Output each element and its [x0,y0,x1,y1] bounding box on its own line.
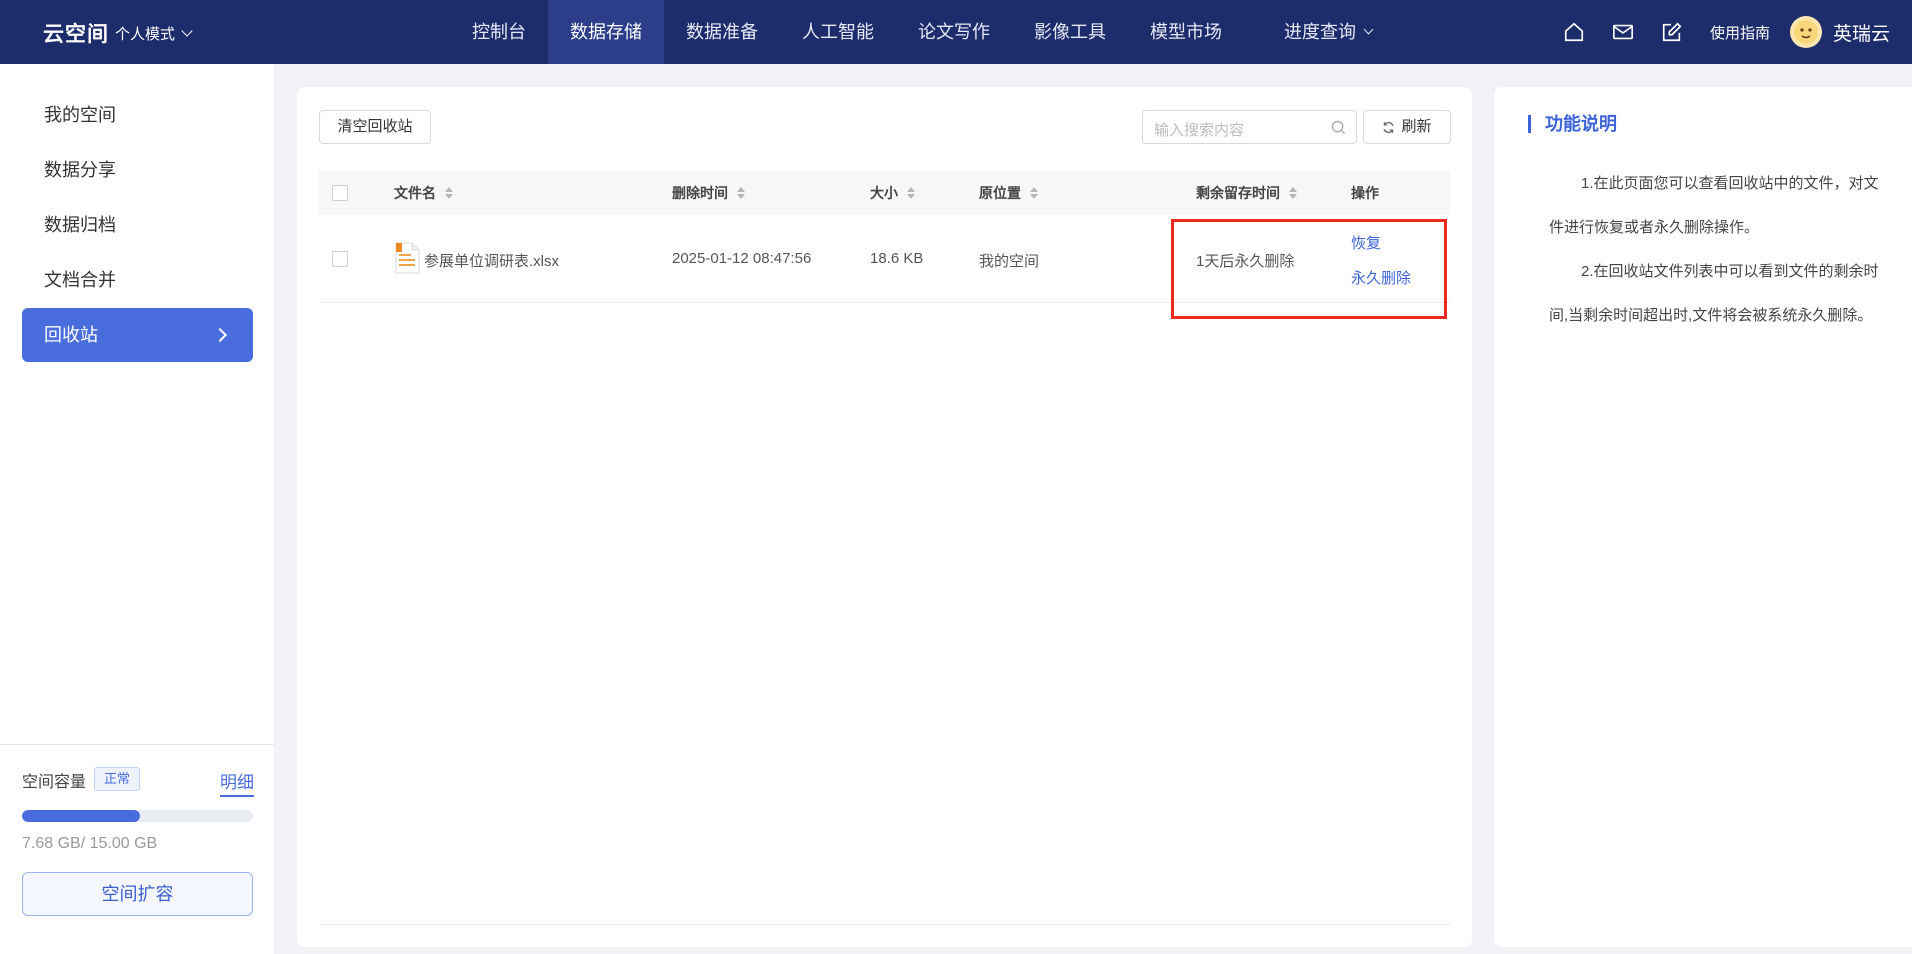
main-nav: 控制台 数据存储 数据准备 人工智能 论文写作 影像工具 模型市场 进度查询 [450,0,1394,64]
help-text: 1.在此页面您可以查看回收站中的文件，对文件进行恢复或者永久删除操作。 2.在回… [1549,162,1889,338]
chevron-down-icon [1363,24,1374,35]
refresh-button[interactable]: 刷新 [1363,110,1451,144]
sort-icon[interactable] [1289,187,1297,199]
storage-label: 空间容量 [22,774,87,791]
mode-switcher[interactable]: 个人模式 [115,23,193,44]
header-actions: 使用指南 英瑞云 [1537,0,1890,64]
search-icon[interactable] [1331,120,1346,140]
clear-recycle-bin-button[interactable]: 清空回收站 [319,110,431,144]
nav-paper-writing[interactable]: 论文写作 [896,0,1012,64]
help-panel: 功能说明 1.在此页面您可以查看回收站中的文件，对文件进行恢复或者永久删除操作。… [1494,87,1912,947]
help-paragraph: 2.在回收站文件列表中可以看到文件的剩余时间,当剩余时间超出时,文件将会被系统永… [1549,263,1879,324]
mail-icon[interactable] [1611,20,1635,44]
sidebar: 我的空间 数据分享 数据归档 文档合并 回收站 空间容量 正常 明细 7.68 … [0,64,274,954]
chevron-right-icon [212,327,228,343]
mode-label: 个人模式 [115,26,176,43]
file-name[interactable]: 参展单位调研表.xlsx [424,250,559,271]
highlight-box [1171,219,1447,319]
file-size: 18.6 KB [870,250,924,267]
column-header-deleted-time[interactable]: 删除时间 [672,171,745,215]
recycle-bin-panel: 清空回收站 输入搜索内容 刷新 文件名 删除时间 大小 原位置 剩余留存时间 操… [297,87,1472,947]
username[interactable]: 英瑞云 [1833,19,1890,46]
status-badge: 正常 [94,767,141,791]
top-nav-bar: 云空间 个人模式 控制台 数据存储 数据准备 人工智能 论文写作 影像工具 模型… [0,0,1912,64]
storage-progress-bar [22,810,253,822]
column-header-size[interactable]: 大小 [870,171,915,215]
nav-data-preparation[interactable]: 数据准备 [664,0,780,64]
column-header-remaining[interactable]: 剩余留存时间 [1196,171,1297,215]
nav-ai[interactable]: 人工智能 [780,0,896,64]
search-box[interactable]: 输入搜索内容 [1142,110,1357,144]
nav-console[interactable]: 控制台 [450,0,548,64]
storage-usage-text: 7.68 GB/ 15.00 GB [22,835,158,852]
expand-storage-button[interactable]: 空间扩容 [22,872,253,916]
sort-icon[interactable] [445,187,453,199]
nav-model-market[interactable]: 模型市场 [1128,0,1244,64]
help-paragraph: 1.在此页面您可以查看回收站中的文件，对文件进行恢复或者永久删除操作。 [1549,175,1879,236]
sort-icon[interactable] [1030,187,1038,199]
sidebar-item-doc-merge[interactable]: 文档合并 [22,253,253,307]
chevron-down-icon [181,25,193,37]
excel-file-icon [395,242,420,274]
refresh-label: 刷新 [1401,118,1432,135]
sidebar-item-recycle-bin[interactable]: 回收站 [22,308,253,362]
table-header: 文件名 删除时间 大小 原位置 剩余留存时间 操作 [319,171,1450,215]
brand-logo[interactable]: 云空间 [43,18,109,48]
nav-image-tools[interactable]: 影像工具 [1012,0,1128,64]
sidebar-item-my-space[interactable]: 我的空间 [22,88,253,142]
divider [319,924,1450,925]
sidebar-item-data-share[interactable]: 数据分享 [22,143,253,197]
column-header-location[interactable]: 原位置 [979,171,1038,215]
deleted-time: 2025-01-12 08:47:56 [672,250,812,267]
help-title: 功能说明 [1528,115,1617,133]
sidebar-item-data-archive[interactable]: 数据归档 [22,198,253,252]
sort-icon[interactable] [907,187,915,199]
nav-data-storage[interactable]: 数据存储 [548,0,664,64]
edit-icon[interactable] [1660,20,1684,44]
refresh-icon [1383,121,1395,133]
original-location: 我的空间 [979,253,1040,270]
sort-icon[interactable] [737,187,745,199]
nav-progress-query[interactable]: 进度查询 [1262,0,1394,64]
storage-detail-link[interactable]: 明细 [220,768,254,797]
home-icon[interactable] [1562,20,1586,44]
select-all-checkbox[interactable] [332,185,348,201]
column-header-name[interactable]: 文件名 [394,171,453,215]
user-guide-link[interactable]: 使用指南 [1710,22,1770,43]
search-input[interactable]: 输入搜索内容 [1154,119,1324,140]
storage-progress-fill [22,810,141,822]
avatar[interactable] [1789,16,1822,48]
divider [0,744,274,745]
column-header-actions: 操作 [1351,185,1379,201]
row-checkbox[interactable] [332,251,348,267]
